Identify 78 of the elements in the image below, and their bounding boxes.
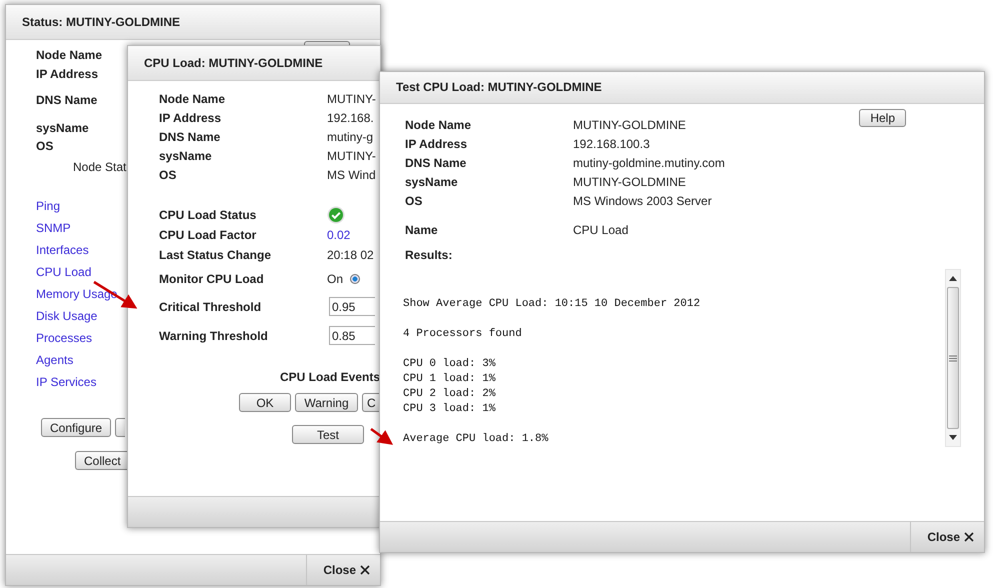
nav-link[interactable]: CPU Load (36, 261, 92, 283)
field-label: OS (405, 194, 424, 208)
field-label: Critical Threshold (159, 298, 262, 316)
event-button[interactable]: Warning (295, 393, 358, 412)
close-button[interactable]: Close (910, 522, 984, 552)
window-title: Status: MUTINY-GOLDMINE (6, 5, 380, 40)
field-label: DNS Name (159, 130, 222, 144)
nav-link[interactable]: Ping (36, 195, 60, 217)
configure-button[interactable]: Configure (41, 418, 112, 437)
field-label: IP Address (405, 136, 468, 150)
threshold-field[interactable]: 0.95 (329, 297, 375, 316)
section-heading: CPU Load Events (280, 370, 380, 384)
results-line: Average CPU load: 1.8% (403, 432, 550, 447)
field-label: IP Address (36, 66, 98, 83)
field-label: OS (36, 138, 54, 155)
field-label: sysName (36, 120, 89, 137)
window-title: CPU Load: MUTINY-GOLDMINE (128, 46, 380, 81)
field-value: MUTINY- (327, 148, 377, 162)
collect-button[interactable]: Collect (75, 451, 127, 470)
hidden-button[interactable] (115, 418, 126, 437)
close-icon (360, 565, 370, 575)
nav-link[interactable]: Agents (36, 349, 74, 371)
threshold-field[interactable]: 0.85 (329, 326, 375, 345)
results-line: 4 Processors found (403, 327, 523, 342)
results-line: CPU 2 load: 2% (403, 387, 496, 402)
field-value: 192.168.100.3 (573, 136, 651, 150)
event-button[interactable]: C (362, 393, 379, 412)
field-value: mutiny-goldmine.mutiny.com (573, 156, 725, 170)
nav-link[interactable]: Disk Usage (36, 305, 98, 327)
scroll-down-icon[interactable] (949, 435, 957, 440)
nav-link[interactable]: Processes (36, 327, 92, 349)
field-value: 192.168. (327, 110, 375, 124)
field-value: 20:18 02 (327, 248, 374, 262)
results-line: CPU 0 load: 3% (403, 357, 496, 372)
close-icon (964, 532, 974, 542)
nav-link[interactable]: SNMP (36, 217, 71, 239)
nav-link[interactable]: Interfaces (36, 239, 89, 261)
annotation-arrow (370, 428, 394, 445)
field-value: MUTINY-GOLDMINE (573, 118, 687, 132)
scroll-up-icon[interactable] (949, 276, 957, 281)
field-label: DNS Name (405, 156, 468, 170)
field-value: MUTINY-GOLDMINE (573, 174, 687, 188)
field-value: mutiny-g (327, 130, 374, 144)
check-icon (327, 206, 345, 224)
field-label: Warning Threshold (159, 328, 269, 344)
field-label: Node Name (159, 92, 226, 106)
radio-button[interactable] (350, 274, 360, 284)
field-label: Node Name (36, 47, 102, 64)
results-line: CPU 1 load: 1% (403, 372, 496, 387)
field-label: CPU Load Factor (159, 226, 258, 244)
field-label: Last Status Change (159, 247, 272, 264)
window-title: Test CPU Load: MUTINY-GOLDMINE (380, 72, 984, 104)
radio-label: On (327, 272, 344, 286)
results-label: Results: (405, 247, 454, 264)
field-label: Monitor CPU Load (159, 271, 265, 288)
results-line: CPU 3 load: 1% (403, 402, 496, 417)
event-button[interactable]: OK (239, 393, 291, 412)
field-label: Node Stat (73, 159, 126, 176)
field-label: sysName (159, 148, 213, 162)
field-value: MS Wind (327, 168, 377, 182)
grip-icon (949, 354, 957, 362)
test-button[interactable]: Test (292, 425, 364, 444)
field-label: Node Name (405, 118, 472, 132)
field-label: CPU Load Status (159, 206, 258, 224)
field-label: Name (405, 222, 439, 236)
scrollbar[interactable] (945, 269, 961, 447)
field-label: sysName (405, 174, 459, 188)
field-value: MS Windows 2003 Server (573, 194, 713, 208)
close-button[interactable]: Close (306, 555, 380, 585)
field-label: OS (159, 168, 178, 182)
nav-link[interactable]: IP Services (36, 371, 96, 393)
value-link[interactable]: 0.02 (327, 228, 350, 242)
field-value: CPU Load (573, 222, 630, 236)
field-value: MUTINY- (327, 92, 377, 106)
help-button[interactable]: Help (859, 109, 906, 127)
results-line: Show Average CPU Load: 10:15 10 December 2012 (403, 297, 700, 312)
field-label: IP Address (159, 110, 222, 124)
field-label: DNS Name (36, 92, 98, 109)
